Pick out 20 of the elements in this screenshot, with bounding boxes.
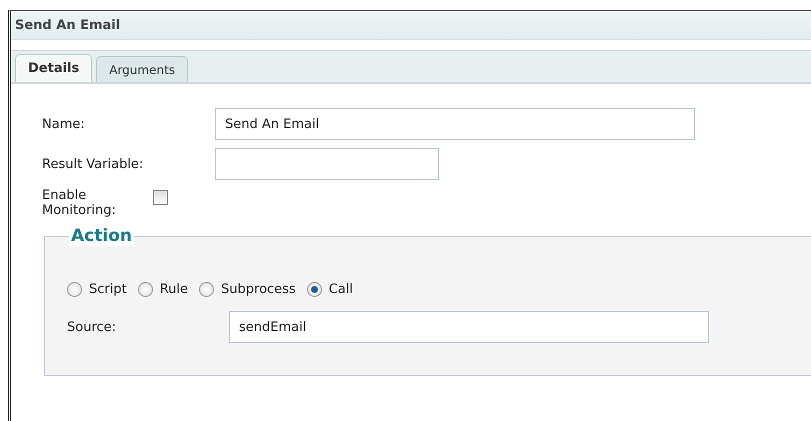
field-label: Name:	[42, 116, 86, 132]
input-field[interactable]: Send An Email	[215, 108, 695, 140]
field-label: Result Variable:	[42, 156, 144, 172]
field-label: Enable Monitoring:	[42, 188, 117, 218]
section-legend: Action	[69, 226, 134, 246]
radio-label: Rule	[160, 282, 188, 297]
tab[interactable]: Details	[15, 54, 92, 82]
radio-button[interactable]	[67, 282, 82, 297]
input-field[interactable]	[215, 148, 439, 180]
window-title: Send An Email	[11, 11, 811, 40]
field-label: Source:	[67, 320, 118, 334]
radio-button[interactable]	[138, 282, 153, 297]
radio-label: Subprocess	[221, 282, 296, 297]
input-field[interactable]: sendEmail	[229, 311, 709, 343]
radio-label: Call	[328, 282, 354, 297]
tab[interactable]: Arguments	[96, 56, 188, 82]
radio-label: Script	[89, 282, 127, 297]
radio-button[interactable]	[306, 282, 322, 297]
radio-button[interactable]	[199, 282, 214, 297]
checkbox[interactable]	[153, 190, 168, 205]
